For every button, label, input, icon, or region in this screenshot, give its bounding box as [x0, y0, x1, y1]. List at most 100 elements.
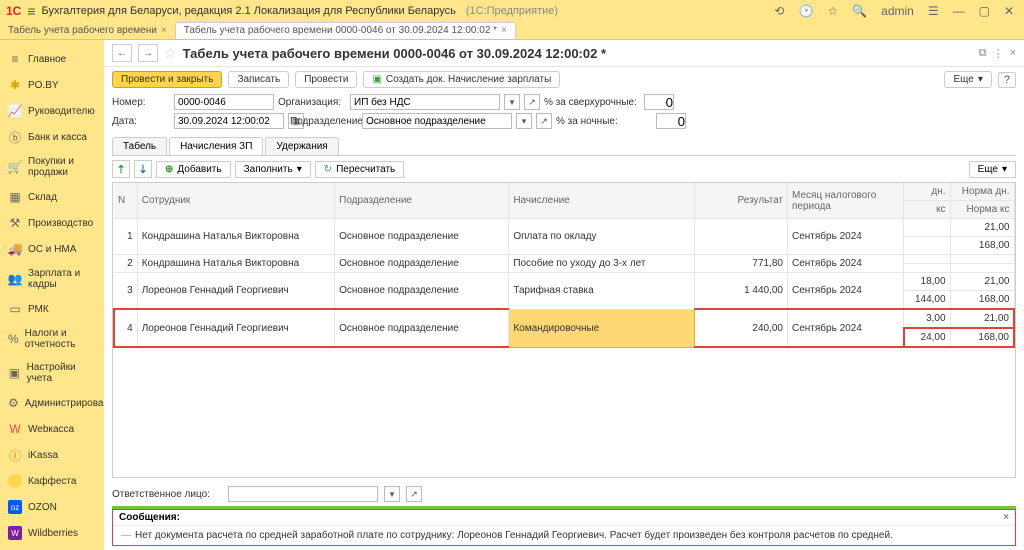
col-kc[interactable]: кс: [904, 201, 950, 219]
nav-label: ОС и НМА: [28, 244, 76, 255]
dropdown-icon[interactable]: ▾: [516, 113, 532, 129]
move-up-button[interactable]: ⇡: [112, 160, 130, 178]
back-button[interactable]: ←: [112, 44, 132, 62]
bullet-icon: —: [121, 530, 131, 541]
responsible-field[interactable]: [228, 486, 378, 502]
close-icon[interactable]: ×: [161, 25, 167, 36]
sidebar-item-ос-и-нма[interactable]: 🚚ОС и НМА: [0, 236, 104, 262]
table-row[interactable]: 3Лореонов Геннадий ГеоргиевичОсновное по…: [114, 273, 1014, 291]
create-salary-button[interactable]: ▣Создать док. Начисление зарплаты: [363, 71, 560, 88]
sidebar-item-администрирование[interactable]: ⚙Администрирование: [0, 390, 104, 416]
sidebar-item-wildberries[interactable]: W Wildberries: [0, 520, 104, 546]
more-button[interactable]: Еще ▾: [969, 161, 1016, 178]
sidebar-item-налоги-и-отчетность[interactable]: %Налоги и отчетность: [0, 322, 104, 356]
nav-icon: ⓘ: [8, 448, 22, 462]
sidebar-item-рмк[interactable]: ▭РМК: [0, 296, 104, 322]
options-icon[interactable]: ☰: [924, 4, 943, 18]
col-nac[interactable]: Начисление: [509, 183, 695, 219]
table-row[interactable]: 1Кондрашина Наталья ВикторовнаОсновное п…: [114, 219, 1014, 237]
subtab-nachisleniya[interactable]: Начисления ЗП: [169, 137, 263, 155]
post-button[interactable]: Провести: [295, 71, 357, 88]
star-icon[interactable]: ☆: [823, 4, 842, 18]
table-row[interactable]: 2Кондрашина Наталья ВикторовнаОсновное п…: [114, 255, 1014, 264]
pct-night-field[interactable]: [656, 113, 686, 129]
col-n[interactable]: N: [114, 183, 137, 219]
col-dep[interactable]: Подразделение: [335, 183, 509, 219]
recalc-button[interactable]: ↻Пересчитать: [315, 161, 405, 178]
open-icon[interactable]: ↗: [406, 486, 422, 502]
tab-label: Табель учета рабочего времени 0000-0046 …: [184, 25, 497, 36]
app-title: Бухгалтерия для Беларуси, редакция 2.1 Л…: [42, 5, 456, 17]
fill-button[interactable]: Заполнить ▾: [235, 161, 311, 178]
col-dn[interactable]: дн.: [904, 183, 950, 201]
help-button[interactable]: ?: [998, 72, 1016, 88]
sidebar-item-производство[interactable]: ⚒Производство: [0, 210, 104, 236]
maximize-icon[interactable]: ▢: [975, 4, 994, 18]
number-label: Номер:: [112, 97, 170, 108]
close-icon[interactable]: ✕: [1000, 4, 1018, 18]
date-field[interactable]: 30.09.2024 12:00:02: [174, 113, 284, 129]
more-button[interactable]: Еще ▾: [944, 71, 991, 88]
open-icon[interactable]: ↗: [524, 94, 540, 110]
messages-title: Сообщения:: [119, 512, 180, 523]
pct-over-field[interactable]: [644, 94, 674, 110]
document-area: ← → ☆ Табель учета рабочего времени 0000…: [104, 40, 1024, 550]
nav-label: Wildberries: [28, 528, 78, 539]
subtab-tabel[interactable]: Табель: [112, 137, 167, 155]
kebab-icon[interactable]: ⋮: [993, 47, 1004, 60]
dropdown-icon[interactable]: ▾: [504, 94, 520, 110]
sidebar-item-ikassa[interactable]: ⓘiKassa: [0, 442, 104, 468]
nav-icon: ⓑ: [8, 130, 22, 144]
minimize-icon[interactable]: —: [949, 4, 969, 18]
close-doc-icon[interactable]: ×: [1010, 47, 1016, 60]
sidebar-item-зарплата-и-кадры[interactable]: 👥Зарплата и кадры: [0, 262, 104, 296]
table-row[interactable]: 4Лореонов Геннадий ГеоргиевичОсновное по…: [114, 309, 1014, 328]
add-row-button[interactable]: ⊕Добавить: [156, 161, 231, 178]
nav-back-icon[interactable]: ⟲: [770, 4, 788, 18]
nav-icon: oz: [8, 500, 22, 514]
doc-fields: Номер: 0000-0046 Организация: ИП без НДС…: [104, 92, 1024, 134]
app-subtitle: (1С:Предприятие): [466, 5, 558, 17]
tab-timesheet-list[interactable]: Табель учета рабочего времени ×: [0, 22, 175, 39]
dropdown-icon[interactable]: ▾: [384, 486, 400, 502]
grid[interactable]: N Сотрудник Подразделение Начисление Рез…: [112, 182, 1016, 478]
tab-timesheet-doc[interactable]: Табель учета рабочего времени 0000-0046 …: [175, 22, 516, 39]
sidebar-item-склад[interactable]: ▦Склад: [0, 184, 104, 210]
menu-icon[interactable]: ≡: [27, 3, 35, 19]
col-norm-dn[interactable]: Норма дн.: [950, 183, 1014, 201]
sidebar-item-банк-и-касса[interactable]: ⓑБанк и касса: [0, 124, 104, 150]
open-icon[interactable]: ↗: [536, 113, 552, 129]
sidebar-item-webкасса[interactable]: WWebкасса: [0, 416, 104, 442]
save-button[interactable]: Записать: [228, 71, 289, 88]
col-res[interactable]: Результат: [695, 183, 788, 219]
favorite-icon[interactable]: ☆: [164, 45, 177, 62]
open-external-icon[interactable]: ⧉: [979, 47, 987, 60]
app-logo: 1C: [6, 4, 21, 18]
nav-icon: W: [8, 526, 22, 540]
col-emp[interactable]: Сотрудник: [137, 183, 334, 219]
forward-button[interactable]: →: [138, 44, 158, 62]
sidebar-item-ozon[interactable]: ozOZON: [0, 494, 104, 520]
sidebar-item-po.by[interactable]: ✱PO.BY: [0, 72, 104, 98]
sidebar-item-главное[interactable]: ≡Главное: [0, 46, 104, 72]
org-field[interactable]: ИП без НДС: [350, 94, 500, 110]
sidebar-item-руководителю[interactable]: 📈Руководителю: [0, 98, 104, 124]
save-close-button[interactable]: Провести и закрыть: [112, 71, 222, 88]
sidebar-item-каффеста[interactable]: Каффеста: [0, 468, 104, 494]
sidebar-item-покупки-и-продажи[interactable]: 🛒Покупки и продажи: [0, 150, 104, 184]
col-period[interactable]: Месяц налогового периода: [788, 183, 904, 219]
close-icon[interactable]: ×: [1003, 512, 1009, 523]
subtab-uderzhaniya[interactable]: Удержания: [265, 137, 338, 155]
nav-label: PO.BY: [28, 80, 59, 91]
bell-icon[interactable]: 🕑: [794, 4, 817, 18]
nav-icon: W: [8, 422, 22, 436]
close-icon[interactable]: ×: [501, 25, 507, 36]
move-down-button[interactable]: ⇣: [134, 160, 152, 178]
number-field[interactable]: 0000-0046: [174, 94, 274, 110]
doc-toolbar: Провести и закрыть Записать Провести ▣Со…: [104, 67, 1024, 92]
search-icon[interactable]: 🔍: [848, 4, 871, 18]
col-norm-kc[interactable]: Норма кс: [950, 201, 1014, 219]
dep-field[interactable]: Основное подразделение: [362, 113, 512, 129]
sidebar-item-настройки-учета[interactable]: ▣Настройки учета: [0, 356, 104, 390]
tab-label: Табель учета рабочего времени: [8, 25, 157, 36]
